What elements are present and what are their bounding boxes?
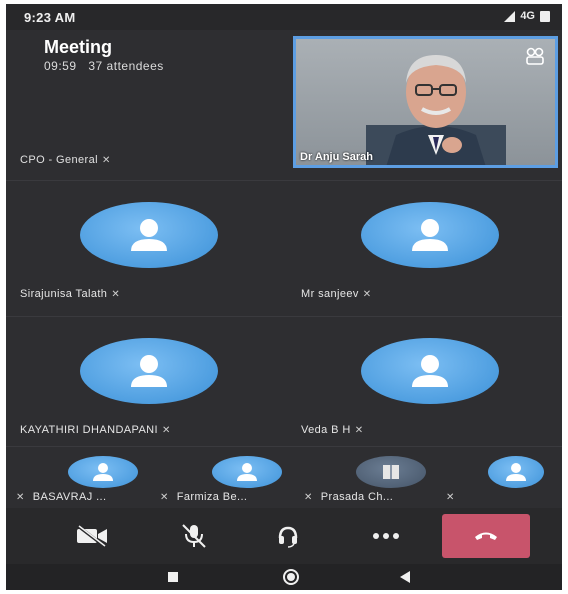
active-speaker-name: Dr Anju Sarah — [300, 151, 373, 163]
divider — [6, 180, 562, 181]
muted-icon: ✕ — [16, 492, 25, 503]
participant-name: Prasada Ch... — [320, 491, 394, 503]
person-icon — [412, 355, 448, 387]
status-indicators: 4G — [504, 10, 550, 22]
participant-name-tile: Sirajunisa Talath ✕ — [20, 288, 120, 300]
participant-name: Sirajunisa Talath — [20, 288, 108, 300]
divider — [6, 446, 562, 447]
participant-avatar[interactable] — [361, 202, 499, 268]
person-icon — [131, 355, 167, 387]
speaker-video-image — [366, 55, 506, 165]
muted-icon: ✕ — [160, 492, 169, 503]
system-nav-bar — [6, 564, 562, 590]
participant-name-tile: ✕ Farmiza Be... — [160, 491, 247, 503]
switch-camera-icon[interactable] — [525, 47, 545, 65]
muted-icon: ✕ — [304, 492, 313, 503]
muted-icon: ✕ — [111, 289, 121, 300]
participant-avatar[interactable] — [80, 202, 218, 268]
hang-up-button[interactable] — [442, 514, 530, 558]
more-options-button[interactable] — [356, 518, 416, 554]
channel-label: CPO - General ✕ — [20, 154, 111, 166]
channel-name: CPO - General — [20, 154, 98, 166]
person-icon — [506, 463, 526, 481]
status-time: 9:23 AM — [24, 10, 76, 25]
meeting-info: 09:59 37 attendees — [44, 59, 172, 73]
participant-name: Veda B H — [301, 424, 351, 436]
participant-name: KAYATHIRI DHANDAPANI — [20, 424, 158, 436]
more-icon — [373, 533, 399, 539]
muted-icon: ✕ — [101, 155, 111, 166]
participant-name: BASAVRAJ ... — [32, 491, 107, 503]
attendee-count[interactable]: 37 attendees — [88, 59, 163, 73]
hang-up-icon — [475, 532, 497, 540]
participant-name: Mr sanjeev — [301, 288, 359, 300]
meeting-title: Meeting — [44, 37, 113, 57]
muted-icon: ✕ — [354, 425, 364, 436]
participant-avatar[interactable] — [356, 456, 426, 488]
battery-icon — [540, 10, 550, 22]
camera-toggle-button[interactable] — [62, 518, 122, 554]
phone-screen: 9:23 AM 4G Meeting 09:59 37 attendees Dr… — [6, 4, 562, 590]
headset-icon — [278, 526, 298, 548]
participant-avatar[interactable] — [80, 338, 218, 404]
muted-icon: ✕ — [446, 492, 455, 503]
divider — [6, 316, 562, 317]
participant-name: Farmiza Be... — [176, 491, 248, 503]
network-label: 4G — [520, 10, 535, 22]
participant-name-tile: ✕ — [446, 491, 455, 503]
person-icon — [412, 219, 448, 251]
person-icon — [131, 219, 167, 251]
back-triangle-icon — [400, 571, 410, 583]
participant-avatar[interactable] — [488, 456, 544, 488]
participant-avatar[interactable] — [212, 456, 282, 488]
mute-button[interactable] — [164, 518, 224, 554]
participant-name-tile: ✕ Prasada Ch... — [304, 491, 393, 503]
participant-name-tile: Veda B H ✕ — [301, 424, 363, 436]
participant-avatar[interactable] — [361, 338, 499, 404]
camera-off-icon — [77, 525, 107, 547]
muted-icon: ✕ — [362, 289, 372, 300]
person-icon — [237, 463, 257, 481]
signal-icon — [504, 10, 516, 22]
home-button[interactable] — [276, 569, 306, 585]
muted-icon: ✕ — [161, 425, 171, 436]
meeting-duration: 09:59 — [44, 59, 77, 73]
square-icon — [168, 572, 178, 582]
status-bar: 9:23 AM 4G — [6, 4, 562, 30]
mic-muted-icon — [182, 524, 206, 548]
participant-name-tile: ✕ BASAVRAJ ... — [16, 491, 106, 503]
recents-button[interactable] — [158, 569, 188, 585]
person-icon — [93, 463, 113, 481]
participant-name-tile: KAYATHIRI DHANDAPANI ✕ — [20, 424, 171, 436]
meeting-header: Meeting 09:59 37 attendees — [44, 36, 172, 73]
participant-name-tile: Mr sanjeev ✕ — [301, 288, 372, 300]
audio-device-button[interactable] — [258, 518, 318, 554]
call-controls — [6, 508, 562, 564]
home-circle-icon — [283, 569, 299, 585]
participant-avatar[interactable] — [68, 456, 138, 488]
back-button[interactable] — [390, 569, 420, 585]
participant-photo-icon — [383, 465, 399, 479]
active-speaker-video[interactable]: Dr Anju Sarah — [293, 36, 558, 168]
